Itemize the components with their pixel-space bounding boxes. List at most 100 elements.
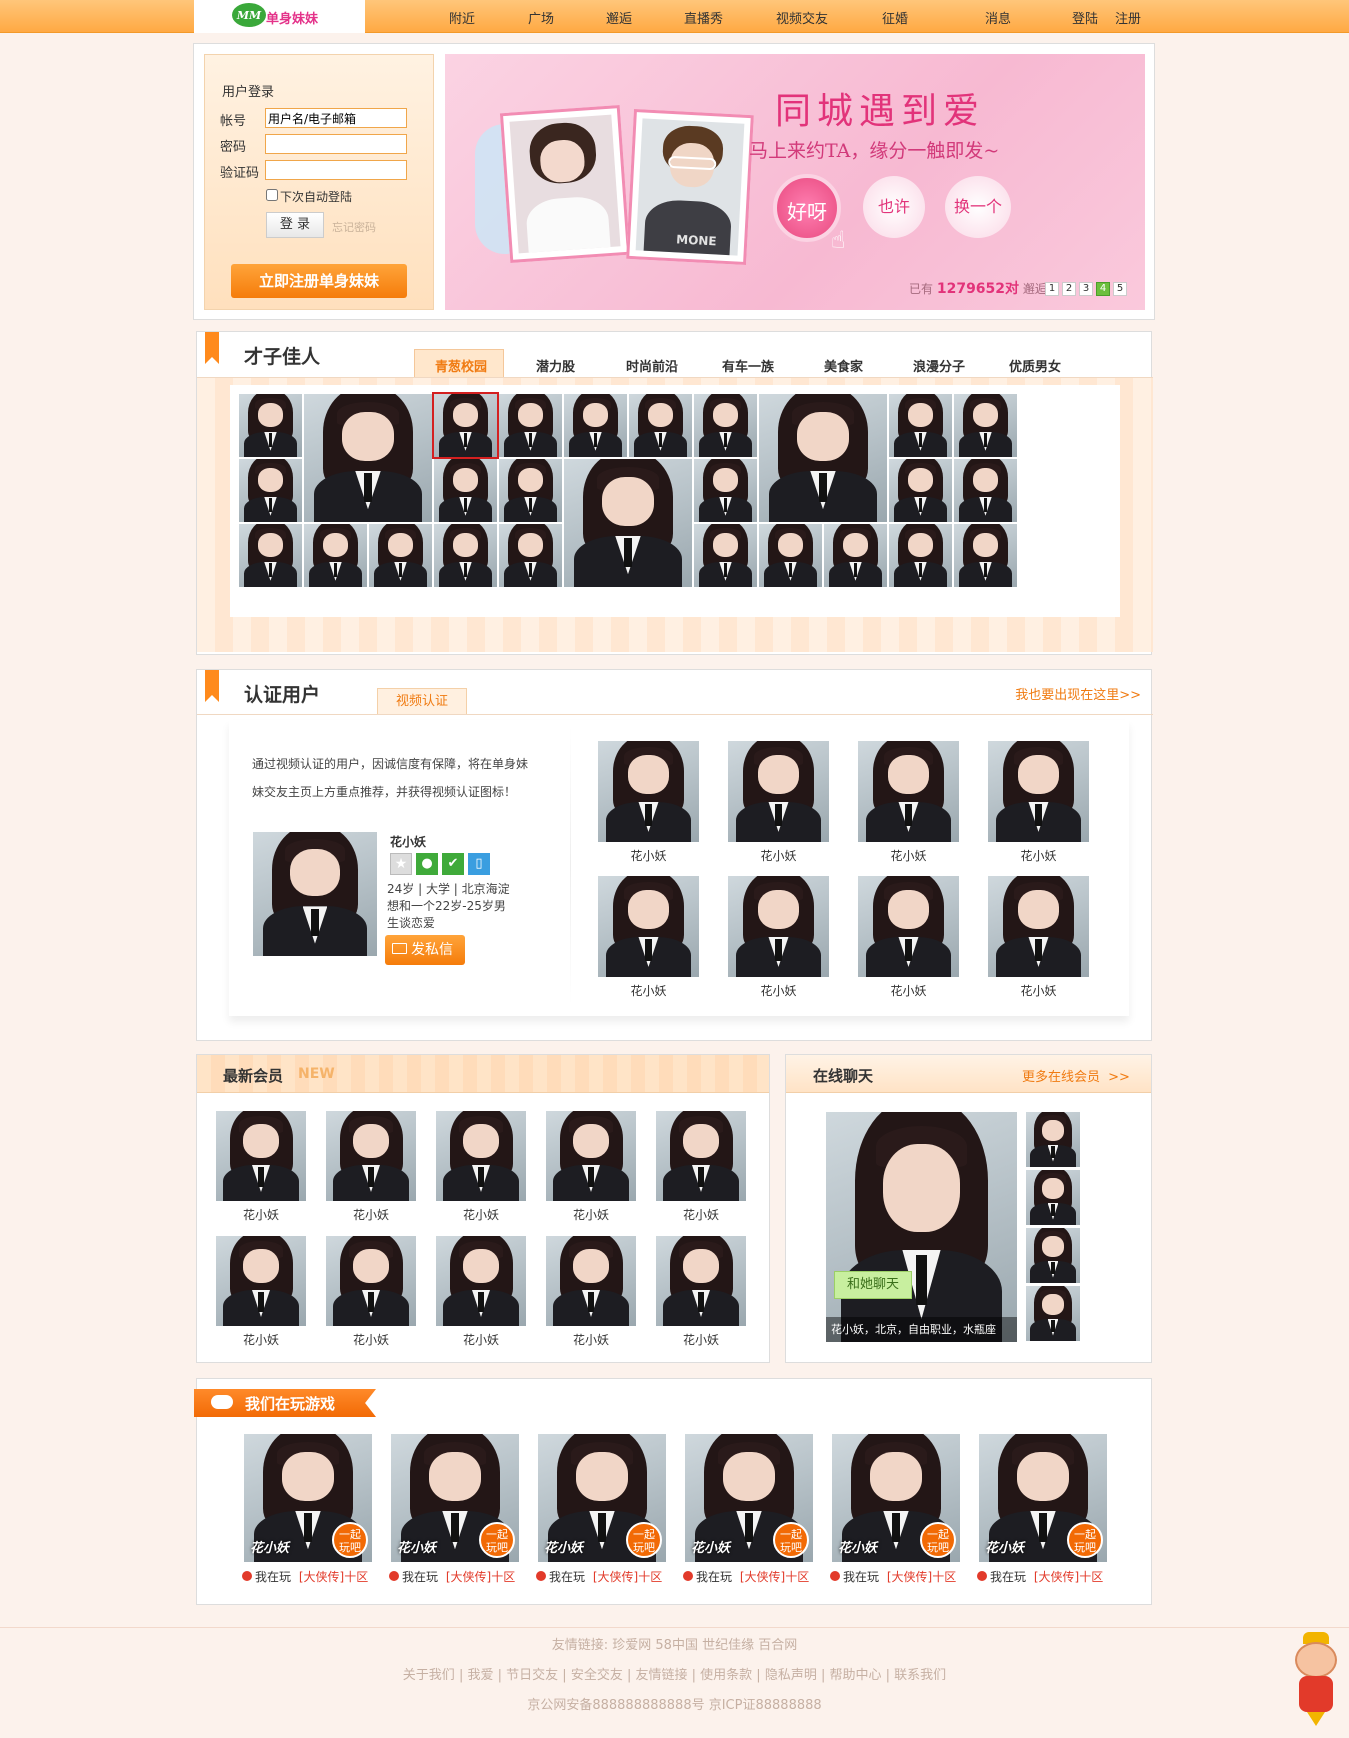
- talent-photo[interactable]: [694, 394, 757, 457]
- newest-member-photo[interactable]: [326, 1236, 416, 1326]
- game-name-link[interactable]: [大侠传]十区: [740, 1570, 809, 1584]
- footer-link[interactable]: 隐私声明: [765, 1668, 817, 1683]
- tab-fashion[interactable]: 时尚前沿: [626, 356, 678, 375]
- game-name-link[interactable]: [大侠传]十区: [593, 1570, 662, 1584]
- verified-user-photo[interactable]: [728, 876, 829, 977]
- talent-photo[interactable]: [239, 459, 302, 522]
- talent-photo[interactable]: [694, 459, 757, 522]
- footer-link[interactable]: 关于我们: [403, 1668, 455, 1683]
- banner-page-1[interactable]: 1: [1045, 282, 1059, 296]
- footer-link[interactable]: 节日交友: [506, 1668, 558, 1683]
- nav-item-video-dating[interactable]: 视频交友: [776, 8, 828, 27]
- remember-checkbox[interactable]: [266, 189, 278, 201]
- game-name-link[interactable]: [大侠传]十区: [887, 1570, 956, 1584]
- newest-member-photo[interactable]: [216, 1236, 306, 1326]
- talent-photo[interactable]: [499, 459, 562, 522]
- verified-user-name[interactable]: 花小妖: [728, 847, 829, 864]
- newest-member-name[interactable]: 花小妖: [436, 1331, 526, 1348]
- account-input[interactable]: [265, 108, 407, 128]
- talent-photo[interactable]: [304, 524, 367, 587]
- talent-photo-large[interactable]: [759, 394, 887, 522]
- talent-photo[interactable]: [629, 394, 692, 457]
- newest-member-name[interactable]: 花小妖: [546, 1331, 636, 1348]
- newest-member-photo[interactable]: [436, 1111, 526, 1201]
- game-player-photo[interactable]: 花小妖 一起 玩吧: [391, 1434, 519, 1562]
- newest-member-photo[interactable]: [326, 1111, 416, 1201]
- newest-member-name[interactable]: 花小妖: [326, 1206, 416, 1223]
- game-player-photo[interactable]: 花小妖 一起 玩吧: [979, 1434, 1107, 1562]
- tab-campus[interactable]: 青葱校园: [435, 356, 487, 375]
- nav-item-square[interactable]: 广场: [528, 8, 554, 27]
- banner-page-5[interactable]: 5: [1113, 282, 1127, 296]
- register-now-button[interactable]: 立即注册单身妹妹: [231, 264, 407, 298]
- talent-photo[interactable]: [434, 524, 497, 587]
- friend-link-baihe[interactable]: 百合网: [758, 1638, 797, 1653]
- nav-item-marriage[interactable]: 征婚: [882, 8, 908, 27]
- verified-user-name[interactable]: 花小妖: [858, 982, 959, 999]
- talent-photo[interactable]: [499, 394, 562, 457]
- newest-member-name[interactable]: 花小妖: [436, 1206, 526, 1223]
- online-user-thumb[interactable]: [1026, 1286, 1080, 1341]
- talent-photo[interactable]: [694, 524, 757, 587]
- play-together-badge[interactable]: 一起 玩吧: [332, 1522, 368, 1558]
- newest-member-photo[interactable]: [656, 1236, 746, 1326]
- nav-messages[interactable]: 消息: [985, 8, 1011, 27]
- forgot-password-link[interactable]: 忘记密码: [332, 219, 376, 235]
- talent-photo[interactable]: [954, 394, 1017, 457]
- banner-next-button[interactable]: 换一个: [945, 176, 1011, 238]
- tab-foodies[interactable]: 美食家: [824, 356, 863, 375]
- game-player-photo[interactable]: 花小妖 一起 玩吧: [685, 1434, 813, 1562]
- footer-link[interactable]: 安全交友: [571, 1668, 623, 1683]
- verified-user-name[interactable]: 花小妖: [598, 982, 699, 999]
- footer-link[interactable]: 联系我们: [894, 1668, 946, 1683]
- captcha-input[interactable]: [265, 160, 407, 180]
- footer-link[interactable]: 使用条款: [700, 1668, 752, 1683]
- talent-photo[interactable]: [889, 524, 952, 587]
- newest-member-name[interactable]: 花小妖: [326, 1331, 416, 1348]
- talent-photo[interactable]: [889, 394, 952, 457]
- newest-member-name[interactable]: 花小妖: [216, 1206, 306, 1223]
- tab-quality[interactable]: 优质男女: [1009, 356, 1061, 375]
- newest-member-name[interactable]: 花小妖: [656, 1206, 746, 1223]
- friend-link-58[interactable]: 58中国: [655, 1638, 698, 1653]
- game-player-photo[interactable]: 花小妖 一起 玩吧: [244, 1434, 372, 1562]
- tab-romantics[interactable]: 浪漫分子: [913, 356, 965, 375]
- banner-page-4[interactable]: 4: [1096, 282, 1110, 296]
- talent-photo[interactable]: [824, 524, 887, 587]
- nav-item-nearby[interactable]: 附近: [449, 8, 475, 27]
- friend-link-jiayuan[interactable]: 世纪佳缘: [702, 1638, 754, 1653]
- talent-photo[interactable]: [889, 459, 952, 522]
- newest-member-name[interactable]: 花小妖: [656, 1331, 746, 1348]
- tab-potential[interactable]: 潜力股: [536, 356, 575, 375]
- banner-page-3[interactable]: 3: [1079, 282, 1093, 296]
- nav-login[interactable]: 登陆: [1072, 8, 1098, 27]
- verified-user-photo[interactable]: [598, 741, 699, 842]
- newest-member-photo[interactable]: [546, 1236, 636, 1326]
- verified-user-name[interactable]: 花小妖: [858, 847, 959, 864]
- banner-page-2[interactable]: 2: [1062, 282, 1076, 296]
- verified-user-photo[interactable]: [858, 741, 959, 842]
- talent-photo[interactable]: [239, 524, 302, 587]
- talent-photo[interactable]: [564, 394, 627, 457]
- game-player-photo[interactable]: 花小妖 一起 玩吧: [538, 1434, 666, 1562]
- talent-photo[interactable]: [954, 524, 1017, 587]
- verified-user-photo[interactable]: [858, 876, 959, 977]
- verified-user-photo[interactable]: [988, 741, 1089, 842]
- talent-photo[interactable]: [759, 524, 822, 587]
- nav-register[interactable]: 注册: [1115, 8, 1141, 27]
- newest-member-photo[interactable]: [656, 1111, 746, 1201]
- play-together-badge[interactable]: 一起 玩吧: [1067, 1522, 1103, 1558]
- verified-user-photo[interactable]: [988, 876, 1089, 977]
- newest-member-name[interactable]: 花小妖: [546, 1206, 636, 1223]
- nav-item-live[interactable]: 直播秀: [684, 8, 723, 27]
- play-together-badge[interactable]: 一起 玩吧: [920, 1522, 956, 1558]
- banner-maybe-button[interactable]: 也许: [863, 176, 925, 238]
- newest-member-photo[interactable]: [436, 1236, 526, 1326]
- newest-member-name[interactable]: 花小妖: [216, 1331, 306, 1348]
- mascot-pig-icon[interactable]: [1289, 1632, 1343, 1728]
- talent-photo-large[interactable]: [304, 394, 432, 522]
- online-user-thumb[interactable]: [1026, 1112, 1080, 1167]
- tab-car-owners[interactable]: 有车一族: [722, 356, 774, 375]
- verified-user-name[interactable]: 花小妖: [728, 982, 829, 999]
- talent-photo[interactable]: [369, 524, 432, 587]
